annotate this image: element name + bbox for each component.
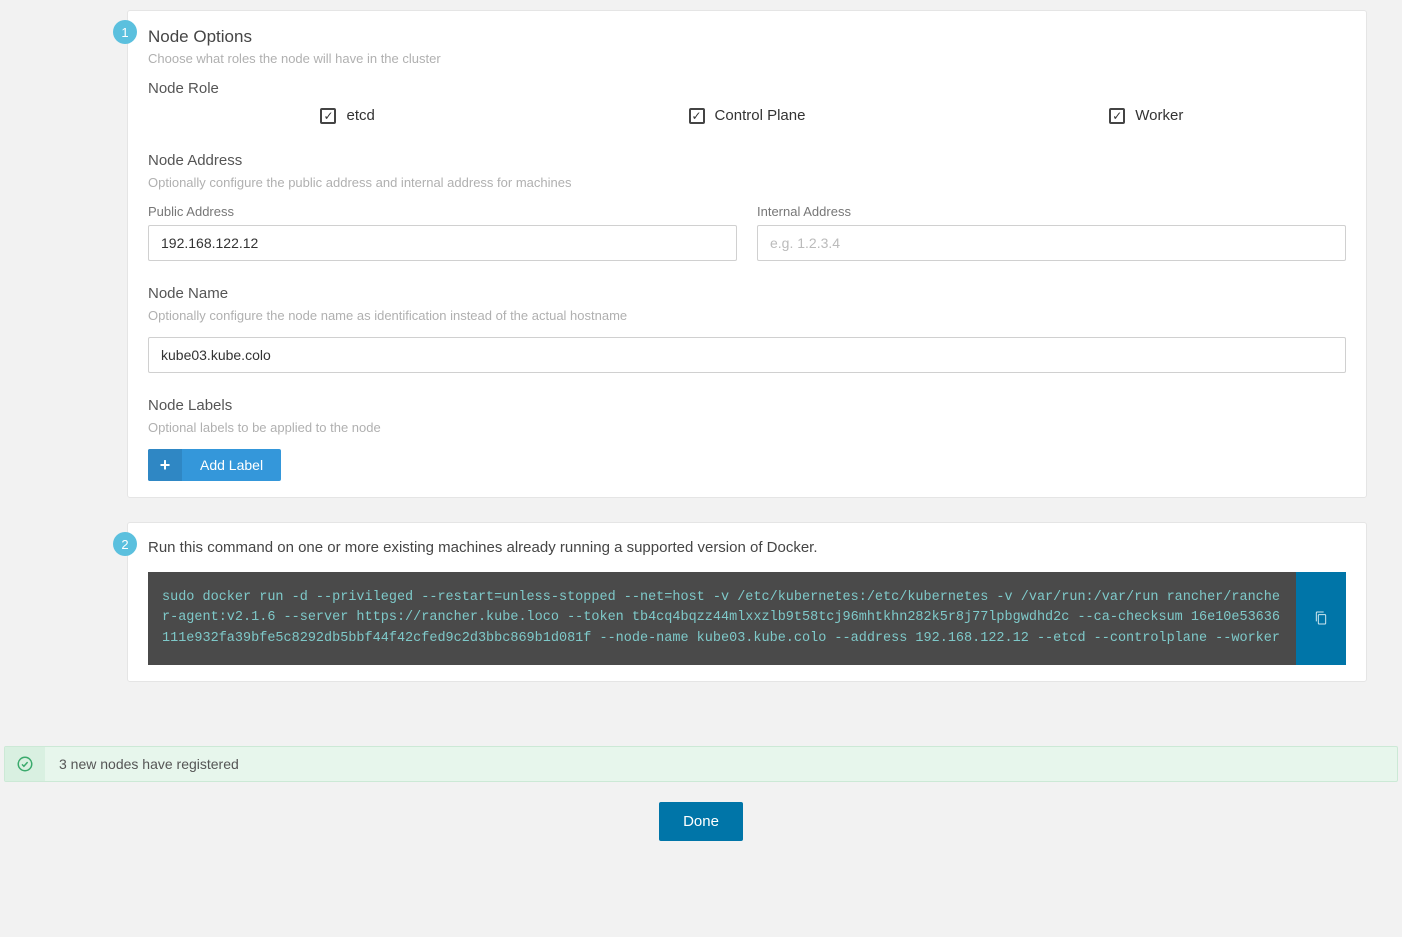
public-address-input[interactable]	[148, 225, 737, 261]
success-icon	[5, 747, 45, 781]
plus-icon: +	[148, 449, 182, 481]
node-role-row: ✓ etcd ✓ Control Plane ✓ Worker	[148, 107, 1346, 124]
clipboard-icon	[1313, 610, 1329, 626]
step-node-options: 1 Node Options Choose what roles the nod…	[35, 10, 1367, 498]
role-worker[interactable]: ✓ Worker	[947, 107, 1346, 124]
node-options-title: Node Options	[148, 27, 1346, 47]
notification-message: 3 new nodes have registered	[45, 756, 253, 772]
step-number-2: 2	[113, 532, 137, 556]
public-address-label: Public Address	[148, 204, 737, 219]
copy-button[interactable]	[1296, 572, 1346, 665]
command-instruction: Run this command on one or more existing…	[148, 539, 1346, 556]
role-etcd[interactable]: ✓ etcd	[148, 107, 547, 124]
code-block: sudo docker run -d --privileged --restar…	[148, 572, 1346, 665]
role-etcd-label: etcd	[346, 107, 374, 124]
node-options-desc: Choose what roles the node will have in …	[148, 51, 1346, 66]
done-button[interactable]: Done	[659, 802, 743, 841]
node-name-input[interactable]	[148, 337, 1346, 373]
done-row: Done	[0, 802, 1402, 841]
checkbox-icon[interactable]: ✓	[1109, 108, 1125, 124]
node-address-desc: Optionally configure the public address …	[148, 175, 1346, 190]
command-content[interactable]: sudo docker run -d --privileged --restar…	[148, 572, 1296, 665]
address-row: Public Address Internal Address	[148, 204, 1346, 261]
public-address-field: Public Address	[148, 204, 737, 261]
checkbox-icon[interactable]: ✓	[320, 108, 336, 124]
checkbox-icon[interactable]: ✓	[689, 108, 705, 124]
command-box: Run this command on one or more existing…	[127, 522, 1367, 682]
node-name-field	[148, 337, 1346, 373]
node-name-title: Node Name	[148, 285, 1346, 302]
internal-address-field: Internal Address	[757, 204, 1346, 261]
add-label-text: Add Label	[182, 457, 281, 473]
node-address-title: Node Address	[148, 152, 1346, 169]
notification-bar: 3 new nodes have registered	[4, 746, 1398, 782]
node-labels-desc: Optional labels to be applied to the nod…	[148, 420, 1346, 435]
internal-address-label: Internal Address	[757, 204, 1346, 219]
node-role-title: Node Role	[148, 80, 1346, 97]
step-command: 2 Run this command on one or more existi…	[35, 522, 1367, 682]
node-name-desc: Optionally configure the node name as id…	[148, 308, 1346, 323]
role-control-plane-label: Control Plane	[715, 107, 806, 124]
node-options-box: Node Options Choose what roles the node …	[127, 10, 1367, 498]
add-label-button[interactable]: + Add Label	[148, 449, 281, 481]
node-name-row	[148, 337, 1346, 373]
node-labels-title: Node Labels	[148, 397, 1346, 414]
step-number-1: 1	[113, 20, 137, 44]
role-control-plane[interactable]: ✓ Control Plane	[547, 107, 946, 124]
internal-address-input[interactable]	[757, 225, 1346, 261]
role-worker-label: Worker	[1135, 107, 1183, 124]
